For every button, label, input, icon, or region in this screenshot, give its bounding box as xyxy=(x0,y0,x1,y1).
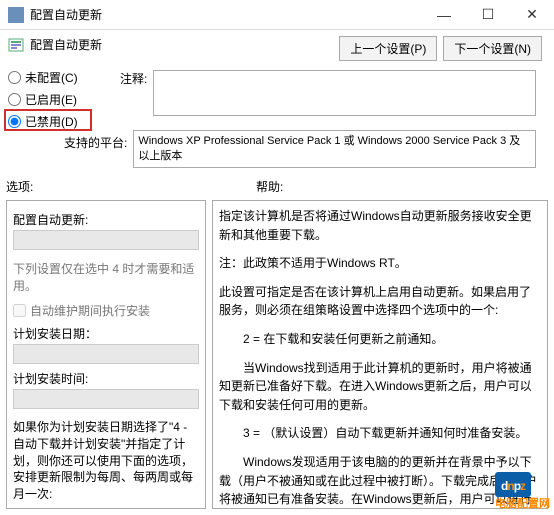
options-heading: 配置自动更新: xyxy=(13,211,199,228)
options-note: 下列设置仅在选中 4 时才需要和适用。 xyxy=(13,260,199,294)
window-title: 配置自动更新 xyxy=(30,6,422,23)
options-section-label: 选项: xyxy=(0,178,208,195)
radio-enabled[interactable]: 已启用(E) xyxy=(8,89,546,109)
help-p2: 注：此政策不适用于Windows RT。 xyxy=(219,254,541,273)
radio-disabled-input[interactable] xyxy=(8,115,21,128)
help-section-label: 帮助: xyxy=(208,178,283,195)
maintenance-checkbox-label: 自动维护期间执行安装 xyxy=(30,302,150,319)
sched-day-select[interactable] xyxy=(13,344,199,364)
help-p4: 2 = 在下载和安装任何更新之前通知。 xyxy=(219,330,541,349)
update-mode-select[interactable] xyxy=(13,230,199,250)
minimize-button[interactable]: — xyxy=(422,0,466,30)
options-pane[interactable]: 配置自动更新: 下列设置仅在选中 4 时才需要和适用。 自动维护期间执行安装 计… xyxy=(6,200,206,509)
sched-time-label: 计划安装时间: xyxy=(13,370,199,387)
maximize-button[interactable]: ☐ xyxy=(466,0,510,30)
help-pane[interactable]: 指定该计算机是否将通过Windows自动更新服务接收安全更新和其他重要下载。 注… xyxy=(212,200,548,509)
help-p5: 当Windows找到适用于此计算机的更新时，用户将被通知更新已准备好下载。在进入… xyxy=(219,359,541,415)
maintenance-checkbox-row[interactable]: 自动维护期间执行安装 xyxy=(13,302,199,319)
platform-text: Windows XP Professional Service Pack 1 或… xyxy=(133,130,536,168)
sched-note: 如果你为计划安装日期选择了"4 - 自动下载并计划安装"并指定了计划，则你还可以… xyxy=(13,419,199,503)
radio-disabled-label: 已禁用(D) xyxy=(25,113,78,130)
radio-not-configured-label: 未配置(C) xyxy=(25,69,78,86)
radio-not-configured[interactable]: 未配置(C) xyxy=(8,67,546,87)
prev-setting-button[interactable]: 上一个设置(P) xyxy=(339,36,437,61)
sched-day-label: 计划安装日期： xyxy=(13,325,199,342)
radio-enabled-label: 已启用(E) xyxy=(25,91,77,108)
close-button[interactable]: ✕ xyxy=(510,0,554,30)
policy-icon xyxy=(8,37,24,53)
help-p7: Windows发现适用于该电脑的的更新并在背景中予以下载（用户不被通知或在此过程… xyxy=(219,453,541,509)
radio-not-configured-input[interactable] xyxy=(8,71,21,84)
platform-label: 支持的平台: xyxy=(64,130,127,151)
maintenance-checkbox[interactable] xyxy=(13,304,26,317)
subheader-title: 配置自动更新 xyxy=(30,36,102,53)
help-p3: 此设置可指定是否在该计算机上启用自动更新。如果启用了服务，则必须在组策略设置中选… xyxy=(219,283,541,320)
radio-enabled-input[interactable] xyxy=(8,93,21,106)
help-p1: 指定该计算机是否将通过Windows自动更新服务接收安全更新和其他重要下载。 xyxy=(219,207,541,244)
sched-time-select[interactable] xyxy=(13,389,199,409)
app-icon xyxy=(8,7,24,23)
next-setting-button[interactable]: 下一个设置(N) xyxy=(443,36,542,61)
help-p6: 3 = （默认设置）自动下载更新并通知何时准备安装。 xyxy=(219,424,541,443)
